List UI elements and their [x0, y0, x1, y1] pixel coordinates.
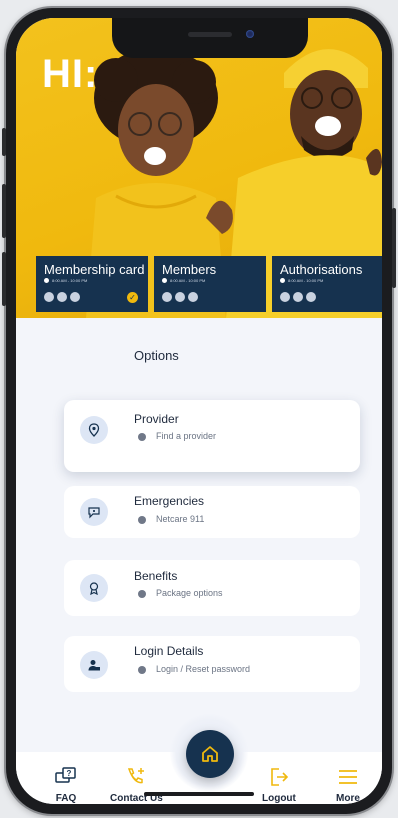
phone-frame: HI: Membership card 8:00 AM - 10:00 PM ✓…: [2, 8, 396, 814]
card-authorisations[interactable]: Authorisations 8:00 AM - 10:00 PM: [272, 256, 382, 312]
option-login-details[interactable]: Login Details Login / Reset password: [64, 636, 360, 692]
option-title: Login Details: [134, 644, 204, 658]
emergency-chat-icon: [80, 498, 108, 526]
camera: [246, 30, 254, 38]
card-members[interactable]: Members 8:00 AM - 10:00 PM: [154, 256, 266, 312]
option-title: Emergencies: [134, 494, 205, 508]
menu-icon: [339, 770, 357, 784]
check-icon: ✓: [127, 292, 138, 303]
nav-label: More: [336, 793, 360, 804]
card-dots: [162, 292, 198, 302]
option-benefits[interactable]: Benefits Package options: [64, 560, 360, 616]
card-dots: [280, 292, 316, 302]
phone-add-icon: [128, 768, 145, 784]
award-badge-icon: [80, 574, 108, 602]
location-pin-icon: [80, 416, 108, 444]
quick-cards: Membership card 8:00 AM - 10:00 PM ✓ Mem…: [36, 256, 382, 312]
speaker: [188, 32, 232, 37]
card-title: Authorisations: [280, 262, 363, 277]
notch: [112, 18, 308, 58]
svg-text:?: ?: [67, 769, 72, 778]
nav-label: Logout: [262, 793, 296, 804]
nav-logout[interactable]: Logout: [262, 766, 296, 804]
home-icon: [202, 746, 218, 762]
option-subtitle: Find a provider: [138, 431, 216, 441]
home-indicator: [144, 792, 254, 796]
option-emergencies[interactable]: Emergencies Netcare 911: [64, 486, 360, 538]
card-dots: [44, 292, 80, 302]
option-subtitle: Netcare 911: [138, 514, 204, 524]
mute-switch: [2, 128, 6, 156]
card-membership[interactable]: Membership card 8:00 AM - 10:00 PM ✓: [36, 256, 148, 312]
volume-down-button: [2, 252, 6, 306]
greeting-text: HI:: [42, 52, 99, 96]
nav-faq[interactable]: ? FAQ: [54, 766, 78, 804]
nav-more[interactable]: More: [336, 766, 360, 804]
card-title: Membership card: [44, 262, 145, 277]
volume-up-button: [2, 184, 6, 238]
nav-contact-us[interactable]: Contact Us: [110, 766, 163, 804]
card-title: Members: [162, 262, 217, 277]
option-subtitle: Login / Reset password: [138, 664, 250, 674]
options-heading: Options: [134, 348, 179, 363]
logout-icon: [271, 768, 289, 786]
card-hours: 8:00 AM - 10:00 PM: [162, 278, 205, 283]
option-title: Provider: [134, 412, 179, 426]
option-subtitle: Package options: [138, 588, 223, 598]
app-screen: HI: Membership card 8:00 AM - 10:00 PM ✓…: [16, 18, 382, 804]
faq-chat-icon: ?: [55, 767, 76, 783]
power-button: [392, 208, 396, 288]
card-hours: 8:00 AM - 10:00 PM: [44, 278, 87, 283]
option-provider[interactable]: Provider Find a provider: [64, 400, 360, 472]
user-lock-icon: [80, 651, 108, 679]
card-hours: 8:00 AM - 10:00 PM: [280, 278, 323, 283]
home-button[interactable]: [186, 730, 234, 778]
option-title: Benefits: [134, 569, 178, 583]
nav-label: FAQ: [55, 793, 77, 804]
